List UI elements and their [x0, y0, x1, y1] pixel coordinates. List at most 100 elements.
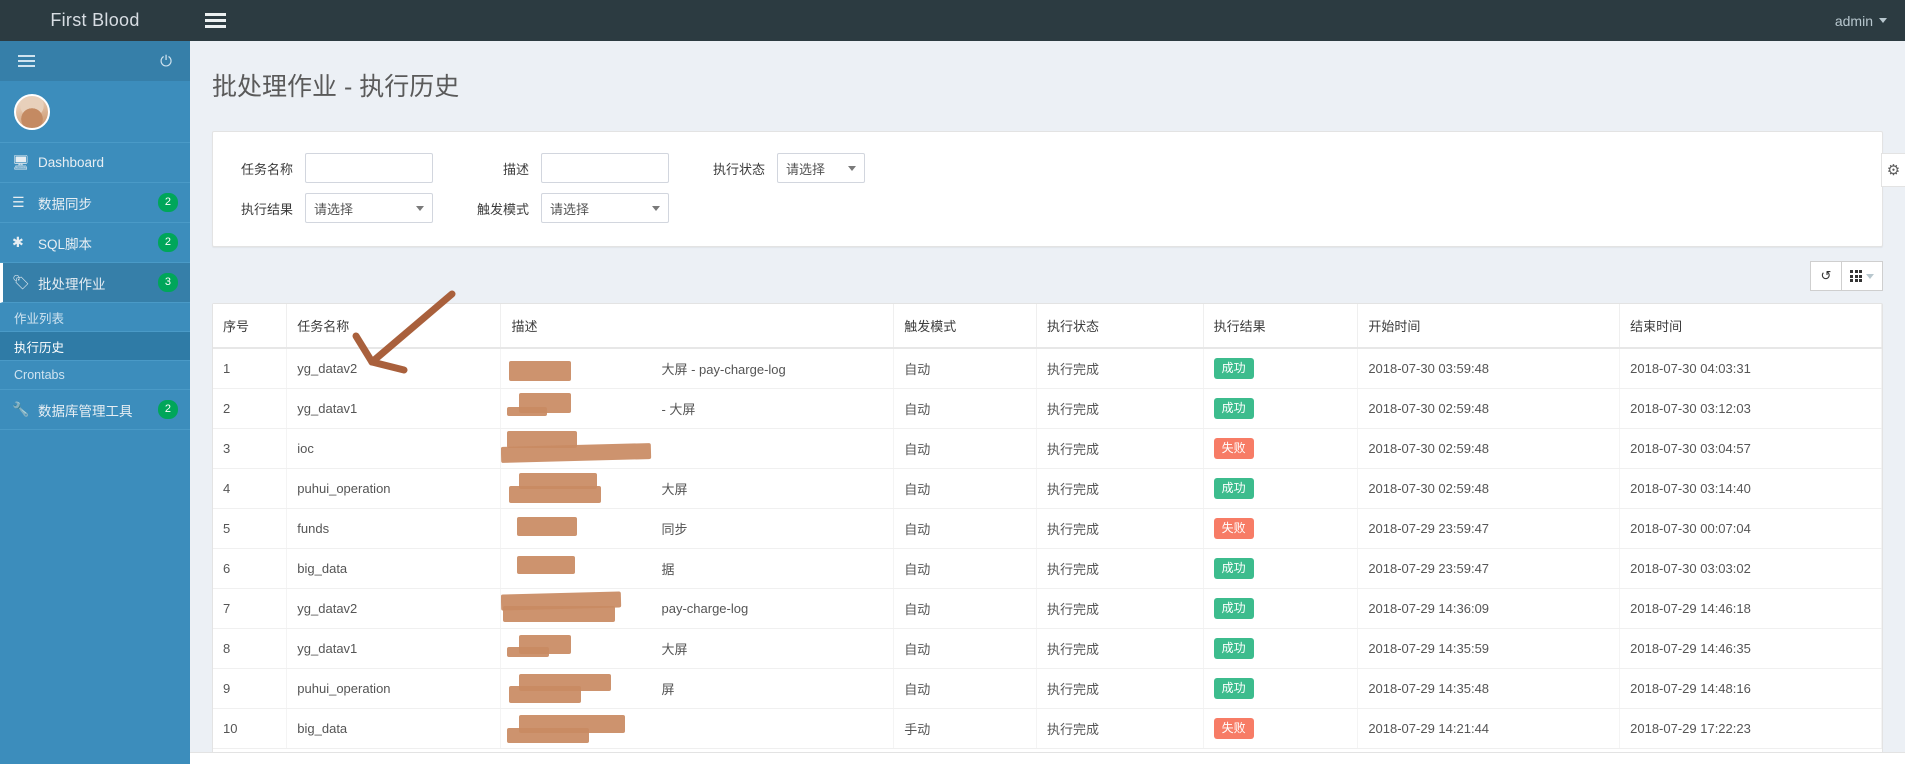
status-badge: 失败 — [1213, 718, 1254, 739]
cell-trigger-mode: 自动 — [893, 628, 1037, 669]
cell-index: 7 — [213, 588, 288, 629]
user-menu-label: admin — [1834, 12, 1873, 29]
sidebar-subitem-crontabs[interactable]: Crontabs — [0, 361, 190, 390]
settings-gear-button[interactable]: ⚙ — [1881, 153, 1905, 187]
redaction-mark — [501, 591, 622, 611]
cell-end-time: 2018-07-30 03:14:40 — [1619, 468, 1882, 509]
cell-description — [500, 428, 895, 469]
status-badge: 成功 — [1213, 358, 1254, 379]
trigger-mode-value: 请选择 — [550, 201, 590, 217]
exec-status-select[interactable]: 请选择 — [777, 153, 865, 183]
cell-trigger-mode: 自动 — [893, 668, 1037, 709]
redaction-mark — [519, 715, 626, 733]
sidebar-subitem-job-list[interactable]: 作业列表 — [0, 303, 190, 332]
cell-exec-status: 执行完成 — [1036, 428, 1204, 469]
sidebar-item-dashboard[interactable]: 🖥 Dashboard — [0, 143, 190, 183]
cell-index: 6 — [213, 548, 288, 589]
cell-end-time: 2018-07-30 04:03:31 — [1619, 348, 1882, 389]
sidebar-item-db-admin-tools[interactable]: 🔧 数据库管理工具 2 — [0, 390, 190, 430]
col-header-start-time[interactable]: 开始时间 — [1357, 304, 1621, 349]
table-row[interactable]: 3 ioc 自动 执行完成 失败 2018-07-30 02:59:48 2018-07-3… — [213, 428, 1882, 469]
refresh-button[interactable]: ↺ — [1810, 261, 1842, 291]
sidebar: ⏻ 🖥 Dashboard ☰ 数据同步 2 ✱ SQL脚本 2 🏷 批处理作业… — [0, 41, 190, 764]
sidebar-item-sql-script[interactable]: ✱ SQL脚本 2 — [0, 223, 190, 263]
sidebar-subitem-exec-history[interactable]: 执行历史 — [0, 332, 190, 361]
cell-exec-status: 执行完成 — [1036, 548, 1204, 589]
cell-start-time: 2018-07-29 14:35:48 — [1357, 668, 1621, 709]
redaction-mark — [517, 556, 576, 574]
cell-exec-result: 成功 — [1203, 468, 1359, 509]
exec-result-select[interactable]: 请选择 — [305, 193, 433, 223]
table-row[interactable]: 2 yg_datav1 - 大屏 自动 执行完成 成功 2018-07-30 02:59:4… — [213, 388, 1882, 429]
trigger-mode-select[interactable]: 请选择 — [541, 193, 669, 223]
description-text: 大屏 — [661, 482, 688, 497]
asterisk-icon: ✱ — [12, 234, 24, 250]
grid-icon — [1850, 270, 1862, 282]
redaction-mark — [519, 473, 598, 489]
cell-trigger-mode: 自动 — [893, 548, 1037, 589]
redaction-mark — [517, 517, 578, 536]
cell-end-time: 2018-07-30 03:03:02 — [1619, 548, 1882, 589]
table-body: 1 yg_datav2 大屏 - pay-charge-log 自动 执行完成 成功 201… — [213, 348, 1882, 748]
col-header-index[interactable]: 序号 — [213, 304, 288, 349]
cell-task-name: yg_datav2 — [286, 348, 502, 389]
redaction-mark — [507, 431, 578, 448]
cell-end-time: 2018-07-30 03:04:57 — [1619, 428, 1882, 469]
cell-end-time: 2018-07-30 00:07:04 — [1619, 508, 1882, 549]
cell-exec-status: 执行完成 — [1036, 628, 1204, 669]
user-menu-button[interactable]: admin — [1835, 13, 1887, 29]
filter-panel: 任务名称 描述 执行状态 请选择 执行结果 请选择 触发模式 请选择 — [212, 131, 1883, 247]
table-head: 序号 任务名称 描述 触发模式 执行状态 执行结果 开始时间 结束时间 — [213, 304, 1882, 349]
col-header-exec-result[interactable]: 执行结果 — [1203, 304, 1359, 349]
cell-start-time: 2018-07-29 14:35:59 — [1357, 628, 1621, 669]
cell-exec-result: 失败 — [1203, 508, 1359, 549]
sidebar-toggle-button[interactable] — [190, 0, 240, 41]
table-row[interactable]: 9 puhui_operation 屏 自动 执行完成 成功 2018-07-29 14:3… — [213, 668, 1882, 709]
col-header-exec-status[interactable]: 执行状态 — [1036, 304, 1204, 349]
redaction-mark — [503, 606, 616, 622]
cell-start-time: 2018-07-29 23:59:47 — [1357, 548, 1621, 589]
sidebar-profile — [0, 81, 190, 143]
sidebar-subitem-label: 作业列表 — [14, 311, 65, 326]
table-row[interactable]: 10 big_data 手动 执行完成 失败 2018-07-29 14:21:44 201… — [213, 708, 1882, 748]
table-row[interactable]: 5 funds 同步 自动 执行完成 失败 2018-07-29 23:59:47 2018-… — [213, 508, 1882, 549]
redaction-mark — [507, 647, 550, 657]
columns-toggle-button[interactable] — [1842, 261, 1883, 291]
table-row[interactable]: 6 big_data 据 自动 执行完成 成功 2018-07-29 23:59:47 201… — [213, 548, 1882, 589]
power-icon[interactable]: ⏻ — [160, 54, 172, 69]
description-text: 据 — [661, 562, 675, 577]
sidebar-subitem-label: 执行历史 — [14, 340, 65, 355]
sidebar-item-data-sync[interactable]: ☰ 数据同步 2 — [0, 183, 190, 223]
table-row[interactable]: 1 yg_datav2 大屏 - pay-charge-log 自动 执行完成 成功 201… — [213, 348, 1882, 389]
sidebar-item-label: 数据同步 — [38, 196, 92, 212]
table-row[interactable]: 4 puhui_operation 大屏 自动 执行完成 成功 2018-07-30 02:… — [213, 468, 1882, 509]
refresh-icon: ↺ — [1820, 268, 1832, 283]
cell-exec-status: 执行完成 — [1036, 668, 1204, 709]
execution-history-table: 序号 任务名称 描述 触发模式 执行状态 执行结果 开始时间 结束时间 1 yg_… — [213, 304, 1882, 748]
cell-index: 8 — [213, 628, 288, 669]
cell-description: 大屏 — [500, 628, 895, 669]
table-row[interactable]: 8 yg_datav1 大屏 自动 执行完成 成功 2018-07-29 14:35:59 2… — [213, 628, 1882, 669]
cell-description: 屏 — [500, 668, 895, 709]
cell-trigger-mode: 自动 — [893, 588, 1037, 629]
cell-task-name: big_data — [286, 708, 502, 748]
cell-exec-result: 成功 — [1203, 628, 1359, 669]
cell-exec-result: 成功 — [1203, 388, 1359, 429]
description-input[interactable] — [541, 153, 669, 183]
task-name-input[interactable] — [305, 153, 433, 183]
col-header-trigger-mode[interactable]: 触发模式 — [893, 304, 1037, 349]
col-header-task-name[interactable]: 任务名称 — [286, 304, 502, 349]
sidebar-item-batch-jobs[interactable]: 🏷 批处理作业 3 — [0, 263, 190, 303]
app-brand[interactable]: First Blood — [0, 0, 190, 41]
hamburger-icon[interactable] — [18, 52, 35, 70]
cell-exec-status: 执行完成 — [1036, 708, 1204, 748]
cell-description: 据 — [500, 548, 895, 589]
cell-start-time: 2018-07-30 02:59:48 — [1357, 388, 1621, 429]
status-badge: 失败 — [1213, 438, 1254, 459]
col-header-description[interactable]: 描述 — [500, 304, 895, 349]
redaction-mark — [519, 635, 572, 654]
col-header-end-time[interactable]: 结束时间 — [1619, 304, 1882, 349]
table-row[interactable]: 7 yg_datav2 pay-charge-log 自动 执行完成 成功 2018-07-… — [213, 588, 1882, 629]
sidebar-badge: 2 — [157, 233, 178, 252]
sidebar-item-label: 批处理作业 — [38, 276, 106, 292]
